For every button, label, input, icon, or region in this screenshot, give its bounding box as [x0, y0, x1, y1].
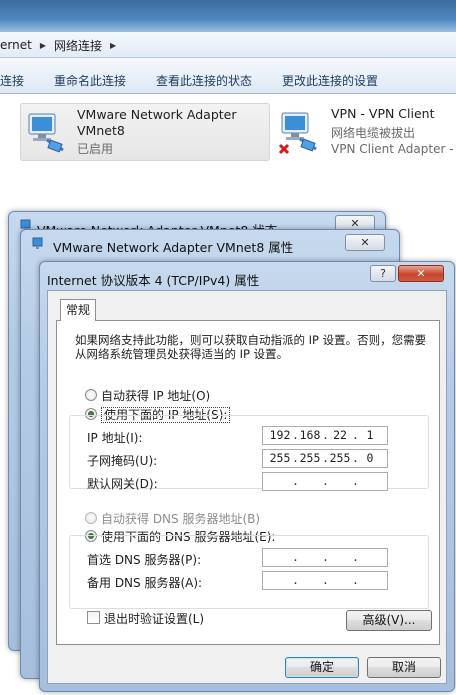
validate-on-exit-checkbox[interactable] [87, 611, 100, 624]
cmd-view-status[interactable]: 查看此连接的状态 [156, 72, 252, 89]
close-icon[interactable]: ✕ [398, 265, 444, 282]
ip-address-input[interactable]: 192 . 168 . 22 . 1 [262, 426, 388, 445]
adapter-name: VMware Network Adapter [77, 107, 237, 122]
breadcrumb-network-connections[interactable]: 网络连接 [54, 37, 102, 54]
adapter-tile-vpn[interactable]: VPN - VPN Client 网络电缆被拔出 VPN Client Adap… [274, 103, 456, 161]
ipv4-dialog-title: Internet 协议版本 4 (TCP/IPv4) 属性 [47, 273, 260, 288]
adapter-status: 网络电缆被拔出 [331, 126, 416, 140]
default-gateway-input[interactable]: . . . [262, 472, 388, 491]
network-adapter-icon [28, 113, 64, 153]
breadcrumb-dropdown-icon[interactable]: ▶ [110, 41, 116, 50]
default-gateway-label: 默认网关(D): [87, 477, 158, 491]
properties-dialog-title: VMware Network Adapter VMnet8 属性 [53, 240, 294, 255]
adapter-name: VPN - VPN Client [331, 106, 435, 121]
network-adapter-small-icon [32, 237, 43, 249]
adapter-status: 已启用 [77, 142, 114, 156]
ok-button[interactable]: 确定 [285, 657, 359, 678]
ip-address-label: IP 地址(I): [87, 431, 143, 445]
ip-settings-description: 如果网络支持此功能，则可以获取自动指派的 IP 设置。否则，您需要从网络系统管理… [75, 333, 427, 361]
adapter-tile-vmnet8[interactable]: VMware Network Adapter VMnet8 已启用 [20, 103, 270, 161]
preferred-dns-input[interactable]: . . . [262, 548, 388, 567]
dialog-client-area: 常规 如果网络支持此功能，则可以获取自动指派的 IP 设置。否则，您需要从网络系… [47, 290, 447, 684]
preferred-dns-label: 首选 DNS 服务器(P): [87, 553, 202, 567]
cancel-button[interactable]: 取消 [367, 657, 441, 678]
breadcrumb-separator-icon[interactable]: ▶ [40, 41, 46, 50]
command-bar: 连接 重命名此连接 查看此连接的状态 更改此连接的设置 [0, 58, 456, 94]
cmd-change-settings[interactable]: 更改此连接的设置 [282, 72, 378, 89]
close-icon[interactable]: ✕ [345, 234, 385, 251]
address-bar[interactable]: ernet ▶ 网络连接 ▶ [0, 32, 456, 58]
network-adapter-disconnected-icon [278, 112, 317, 155]
alternate-dns-input[interactable]: . . . [262, 571, 388, 590]
advanced-button[interactable]: 高级(V)... [346, 610, 432, 631]
auto-ip-radio[interactable] [85, 389, 97, 401]
breadcrumb-internet[interactable]: ernet [0, 38, 32, 52]
validate-on-exit-label[interactable]: 退出时验证设置(L) [104, 610, 204, 627]
alternate-dns-label: 备用 DNS 服务器(A): [87, 576, 203, 590]
explorer-titlebar [0, 0, 456, 32]
cmd-rename-connection[interactable]: 重命名此连接 [54, 72, 126, 89]
auto-ip-label[interactable]: 自动获得 IP 地址(O) [101, 387, 210, 404]
subnet-mask-input[interactable]: 255 . 255 . 255 . 0 [262, 449, 388, 468]
tab-general[interactable]: 常规 [60, 299, 96, 321]
help-icon[interactable]: ? [370, 265, 396, 282]
auto-dns-radio[interactable] [85, 512, 97, 524]
cmd-connect[interactable]: 连接 [0, 72, 24, 89]
general-tab-panel: 如果网络支持此功能，则可以获取自动指派的 IP 设置。否则，您需要从网络系统管理… [56, 320, 440, 645]
auto-dns-label[interactable]: 自动获得 DNS 服务器地址(B) [101, 510, 260, 527]
subnet-mask-label: 子网掩码(U): [87, 454, 158, 468]
adapter-device-name: VPN Client Adapter - [331, 142, 454, 156]
adapter-name-line2: VMnet8 [77, 123, 125, 138]
ipv4-properties-dialog[interactable]: Internet 协议版本 4 (TCP/IPv4) 属性 ? ✕ 常规 如果网… [39, 261, 455, 692]
